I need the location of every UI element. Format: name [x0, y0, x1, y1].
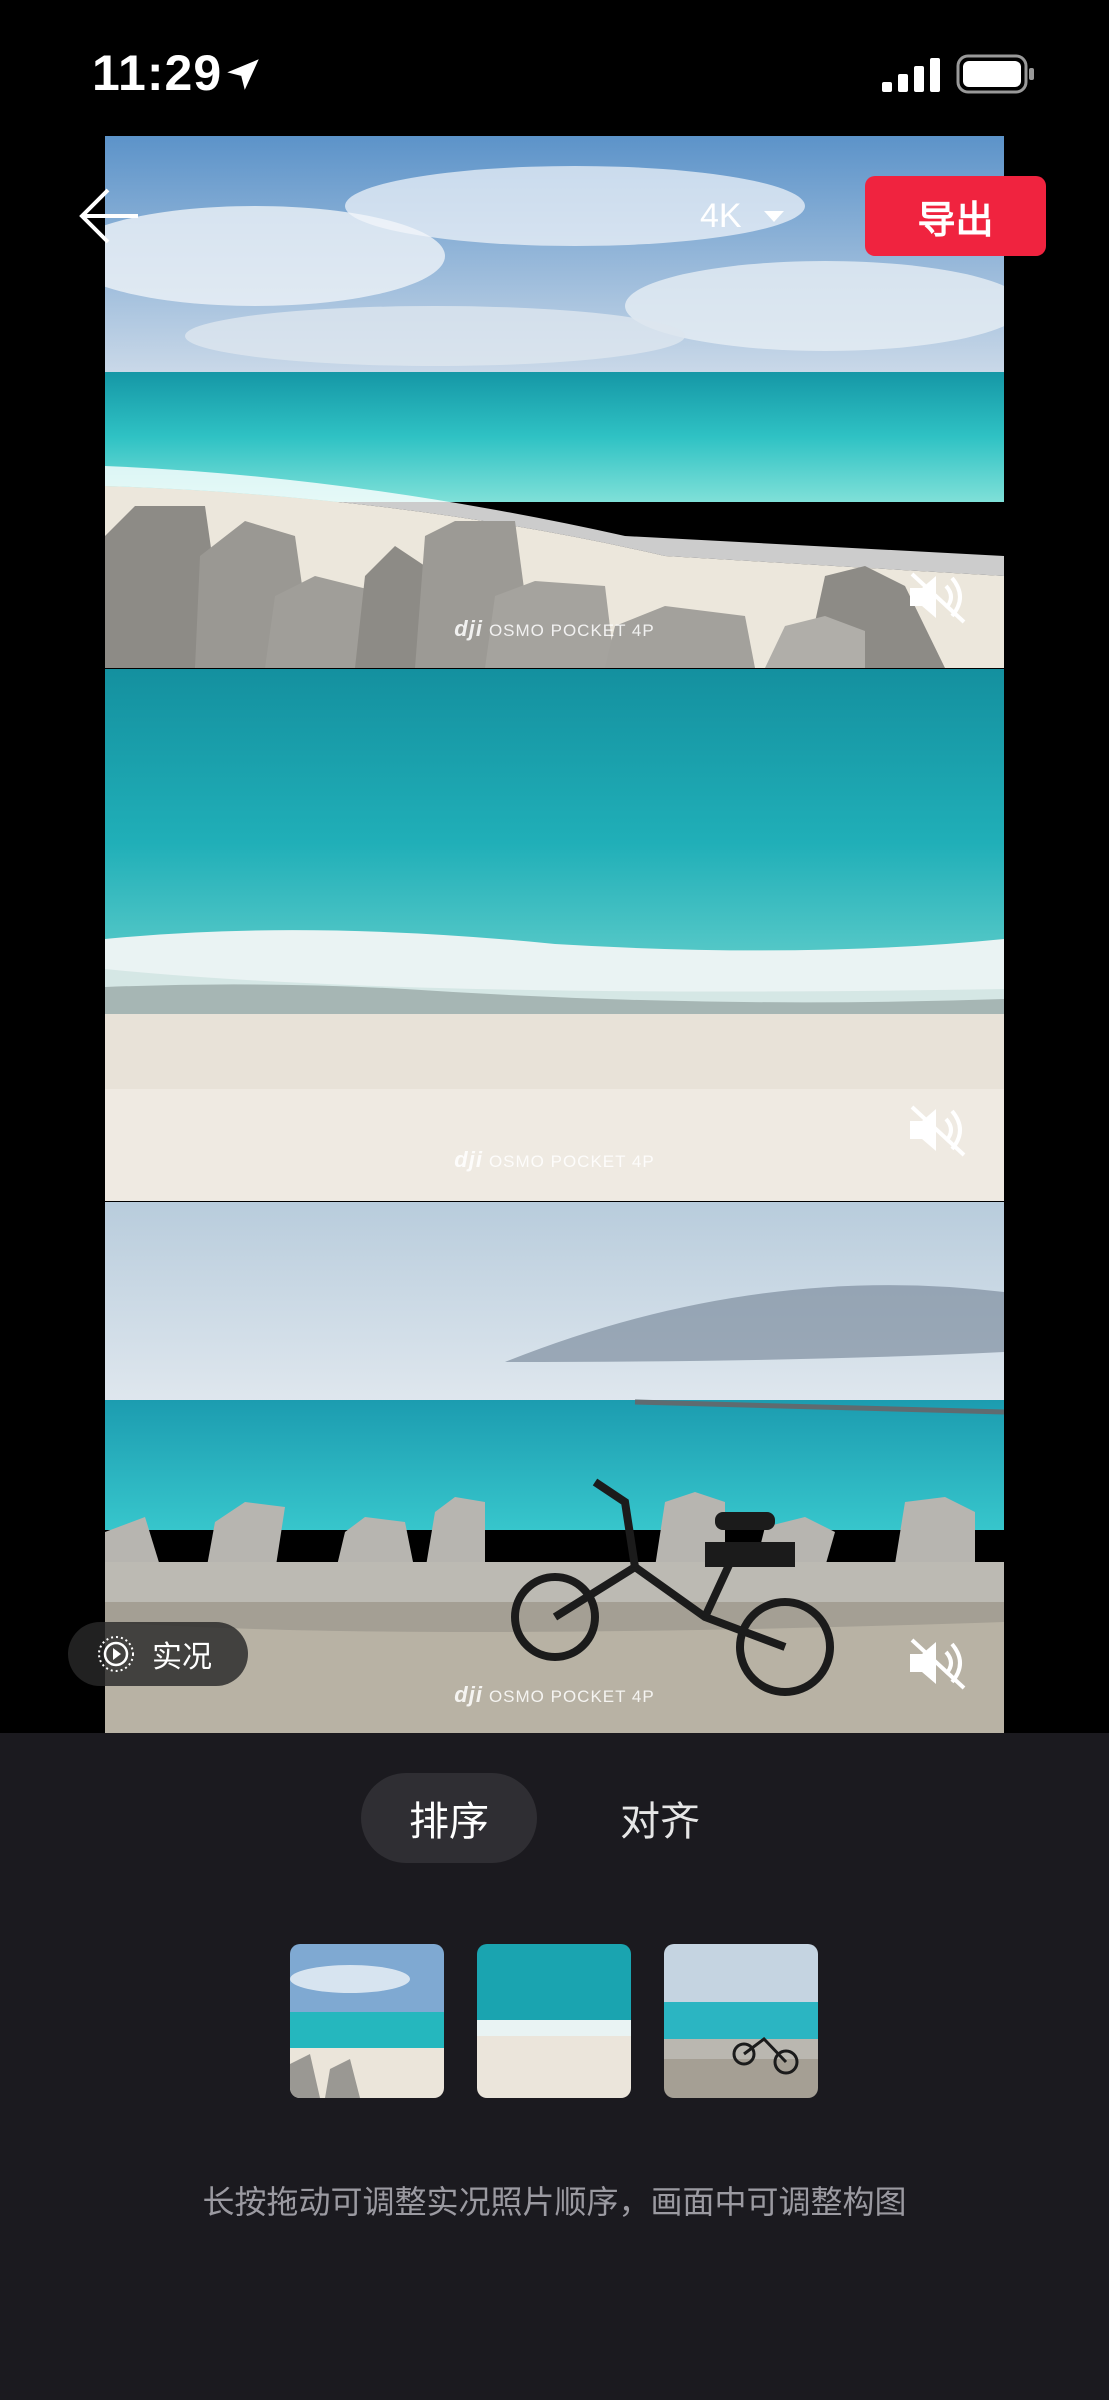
mute-icon[interactable]	[904, 568, 970, 626]
thumbnail-1[interactable]	[290, 1944, 444, 2098]
resolution-label: 4K	[700, 196, 742, 235]
beach-photo-2	[105, 669, 1004, 1201]
tab-sort[interactable]: 排序	[361, 1773, 537, 1863]
live-photo-icon	[98, 1636, 134, 1672]
cellular-signal-icon	[882, 58, 940, 92]
bottom-panel: 排序 对齐 长按拖动可调整实况照片顺序，画面中可调整构图	[0, 1733, 1109, 2400]
collage-canvas[interactable]: dji OSMO POCKET 4P dji OSMO POCKET 4P dj…	[105, 136, 1004, 1733]
thumbnail-3[interactable]	[664, 1944, 818, 2098]
dji-watermark: dji OSMO POCKET 4P	[454, 1682, 655, 1707]
tab-align[interactable]: 对齐	[590, 1773, 730, 1863]
live-photo-label: 实况	[152, 1640, 212, 1675]
mute-icon[interactable]	[904, 1634, 970, 1692]
back-arrow-icon[interactable]	[76, 184, 140, 248]
thumbnail-2[interactable]	[477, 1944, 631, 2098]
mode-tabs: 排序 对齐	[0, 1773, 1109, 1863]
collage-photo-2[interactable]: dji OSMO POCKET 4P	[105, 669, 1004, 1201]
resolution-dropdown[interactable]: 4K	[700, 186, 784, 246]
location-arrow-icon	[227, 59, 259, 90]
status-time: 11:29	[92, 45, 223, 101]
live-photo-toggle[interactable]: 实况	[68, 1622, 248, 1686]
dji-watermark: dji OSMO POCKET 4P	[454, 1147, 655, 1172]
dji-watermark: dji OSMO POCKET 4P	[454, 616, 655, 641]
hint-text: 长按拖动可调整实况照片顺序，画面中可调整构图	[202, 2183, 907, 2221]
battery-icon	[956, 54, 1034, 94]
mute-icon[interactable]	[904, 1101, 970, 1159]
caret-down-icon	[763, 210, 784, 222]
export-button[interactable]: 导出	[865, 176, 1046, 256]
